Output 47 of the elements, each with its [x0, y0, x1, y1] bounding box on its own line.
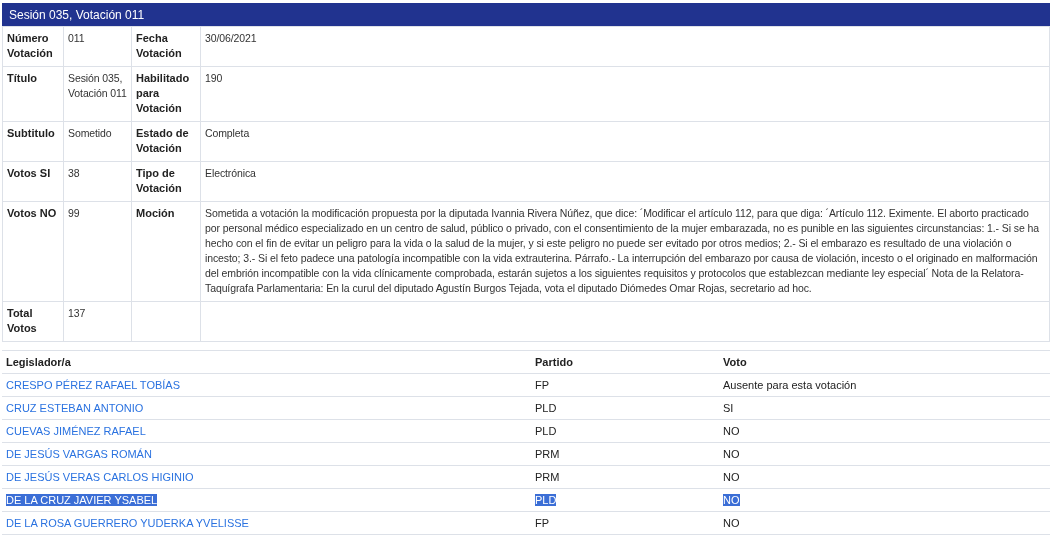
field-value: Sometido: [68, 127, 112, 139]
field-value: Sesión 035, Votación 011: [68, 72, 127, 99]
field-label: Número Votación: [7, 32, 53, 59]
party-text: PLD: [535, 401, 557, 414]
field-label: Votos NO: [7, 207, 57, 219]
column-header: Partido: [535, 355, 573, 368]
field-label: Habilitado para Votación: [136, 72, 190, 114]
panel-header: Sesión 035, Votación 011: [2, 3, 1050, 26]
field-value: 99: [68, 207, 80, 219]
legislator-link[interactable]: CRUZ ESTEBAN ANTONIO: [6, 401, 144, 414]
field-label: Total Votos: [7, 307, 37, 334]
field-label: Tipo de Votación: [136, 167, 182, 194]
field-label: Estado de Votación: [136, 127, 189, 154]
column-header: Voto: [723, 355, 747, 368]
field-value: Electrónica: [205, 167, 256, 179]
party-text: PLD: [535, 424, 557, 437]
vote-text: NO: [723, 424, 740, 437]
column-header: Legislador/a: [6, 355, 71, 368]
field-value: 30/06/2021: [205, 32, 257, 44]
field-value: 137: [68, 307, 86, 319]
field-value: 38: [68, 167, 80, 179]
field-value: Sometida a votación la modificación propuesta por la diputada Ivannia Rivera Núñez, que dice: ´Modificar el artículo 112, para que diga: ´Artículo 112. Eximente. El aborto practicado por personal médico especializado en un centro de salud, público o privado, con el consentimiento de la mujer embarazada, no es punible en las siguientes circunstancias: 1.- Si se ha hecho con el fin de evitar un peligro para la vida o la salud de la mujer, y si este peligro no puede ser evitado por otros medios; 2.- Si el embarazo es resultado de una violación o incesto; 3.- Si el feto padece una patología incompatible con la vida extrauterina. Párrafo.- La interrupción del embarazo por causa de violación, incesto o el originado en malformación del embrión incompatible con la vida clínicamente comprobada, estarán sujetos a los siguientes requisitos y protocolos que establezcan mediante ley especial´ Nota de la Relatora-Taquígrafa Parlamentaria: En la curul del diputado Agustín Burgos Tejada, vota el diputado Diómedes Omar Rojas, secretario ad hoc.: [205, 207, 1039, 294]
legislator-link[interactable]: DE JESÚS VERAS CARLOS HIGINIO: [6, 470, 194, 483]
field-label: Título: [7, 72, 37, 84]
party-text: PRM: [535, 447, 560, 460]
vote-text: NO: [723, 470, 740, 483]
party-text: PRM: [535, 470, 560, 483]
field-label: Subtitulo: [7, 127, 55, 139]
legislator-link[interactable]: DE LA CRUZ JAVIER YSABEL: [6, 493, 158, 506]
field-label: Fecha Votación: [136, 32, 182, 59]
legislator-link[interactable]: CRESPO PÉREZ RAFAEL TOBÍAS: [6, 378, 181, 391]
party-text: FP: [535, 378, 550, 391]
field-value: 190: [205, 72, 223, 84]
field-value: Completa: [205, 127, 250, 139]
vote-text: NO: [723, 447, 740, 460]
field-value: 011: [68, 32, 85, 44]
vote-text: SI: [723, 401, 734, 414]
legislator-link[interactable]: DE LA ROSA GUERRERO YUDERKA YVELISSE: [6, 516, 249, 529]
party-text: PLD: [535, 493, 557, 506]
field-label: Votos SI: [7, 167, 51, 179]
vote-text: NO: [723, 516, 740, 529]
vote-text: NO: [723, 493, 740, 506]
legislator-link[interactable]: DE JESÚS VARGAS ROMÁN: [6, 447, 152, 460]
party-text: FP: [535, 516, 550, 529]
field-label: Moción: [136, 207, 175, 219]
legislator-link[interactable]: CUEVAS JIMÉNEZ RAFAEL: [6, 424, 146, 437]
vote-text: Ausente para esta votación: [723, 378, 857, 391]
